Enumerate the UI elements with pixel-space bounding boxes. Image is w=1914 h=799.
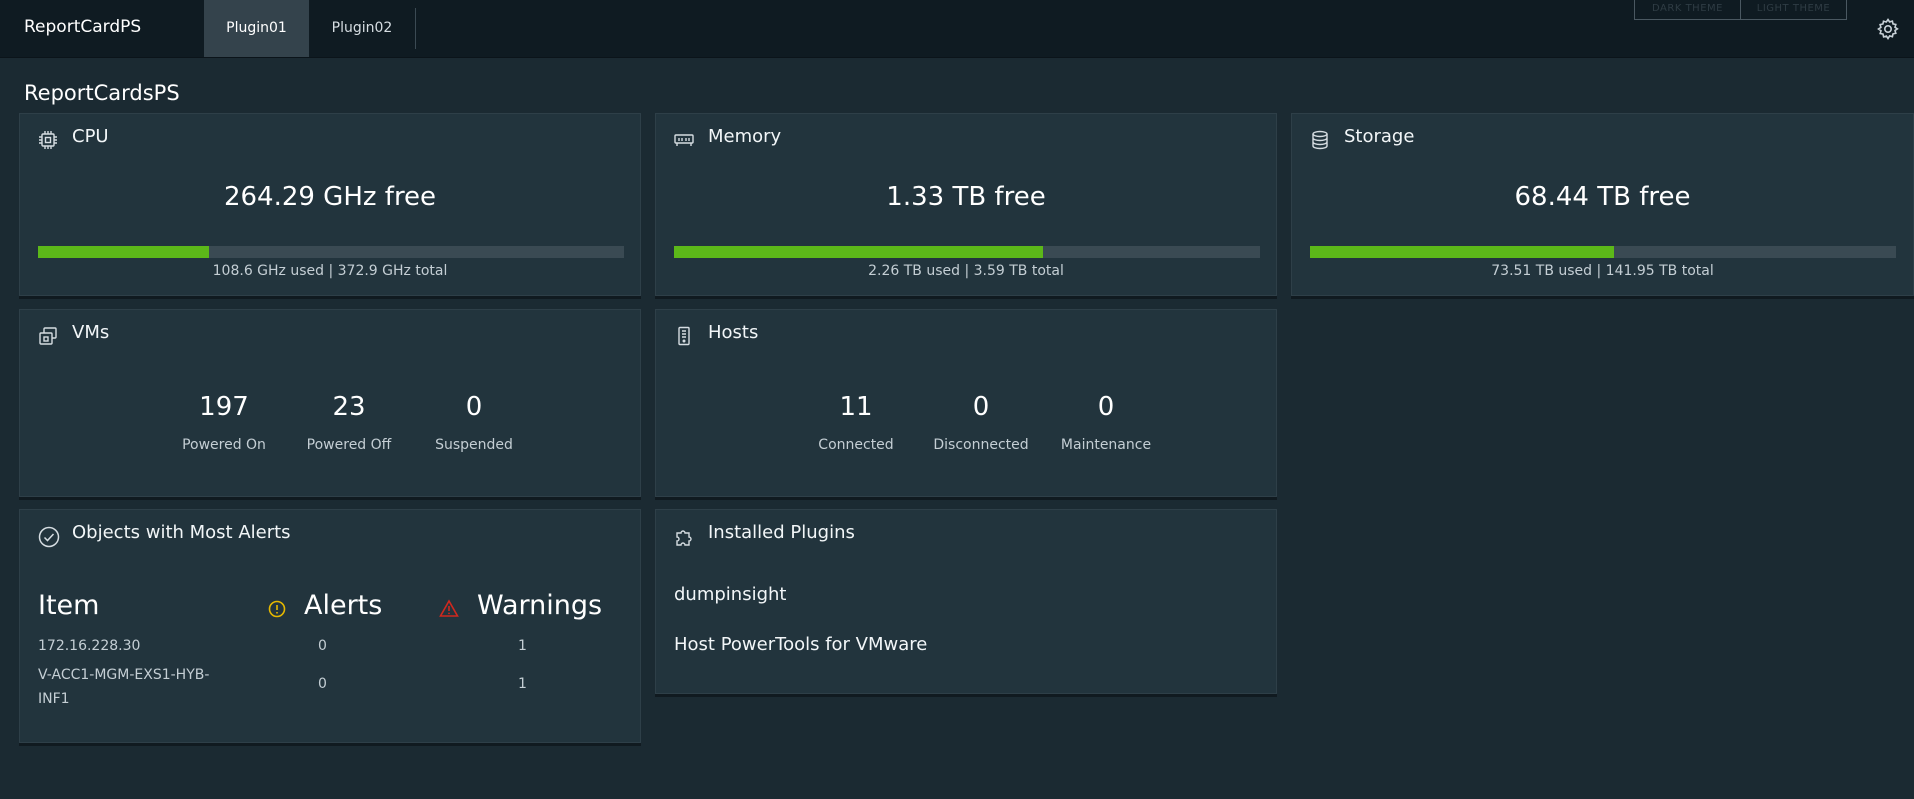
memory-icon <box>674 130 694 150</box>
memory-card: Memory 1.33 TB free 2.26 TB used | 3.59 … <box>655 113 1277 296</box>
warning-icon <box>439 599 459 618</box>
plugin-item[interactable]: dumpinsight <box>674 584 786 605</box>
alert-row-item[interactable]: 172.16.228.30 <box>38 638 140 654</box>
stat-label: Powered Off <box>306 437 392 453</box>
stat-label: Connected <box>818 437 894 453</box>
storage-card: Storage 68.44 TB free 73.51 TB used | 14… <box>1291 113 1914 296</box>
light-theme-button[interactable]: LIGHT THEME <box>1740 0 1847 20</box>
memory-free-value: 1.33 TB free <box>886 182 1046 212</box>
app-brand[interactable]: ReportCardPS <box>24 17 141 37</box>
storage-usage-caption: 73.51 TB used | 141.95 TB total <box>1491 263 1714 279</box>
stat-label: Suspended <box>435 437 513 453</box>
card-title: Hosts <box>708 322 759 343</box>
hosts-card: Hosts 11 Connected 0 Disconnected 0 Main… <box>655 309 1277 497</box>
card-title: CPU <box>72 126 109 147</box>
column-header-item: Item <box>38 590 100 621</box>
card-title: Installed Plugins <box>708 522 855 543</box>
column-header-alerts: Alerts <box>304 590 383 621</box>
alert-icon <box>268 600 286 618</box>
stat-label: Disconnected <box>933 437 1029 453</box>
card-title: Storage <box>1344 126 1415 147</box>
cpu-usage-fill <box>38 246 209 258</box>
puzzle-icon <box>674 526 694 546</box>
alerts-card: Objects with Most Alerts Item Alerts War… <box>19 509 641 743</box>
stat-value: 0 <box>465 392 483 422</box>
plugin-item[interactable]: Host PowerTools for VMware <box>674 634 927 655</box>
storage-usage-fill <box>1310 246 1614 258</box>
vms-card: VMs 197 Powered On 23 Powered Off 0 Susp… <box>19 309 641 497</box>
memory-usage-caption: 2.26 TB used | 3.59 TB total <box>868 263 1064 279</box>
storage-free-value: 68.44 TB free <box>1514 182 1691 212</box>
stat-value: 197 <box>199 392 249 422</box>
alert-row-alerts: 0 <box>318 638 327 654</box>
check-circle-icon <box>38 526 60 548</box>
alert-row-alerts: 0 <box>318 676 327 692</box>
stat-label: Powered On <box>182 437 266 453</box>
storage-icon <box>1310 130 1330 150</box>
stat-value: 0 <box>972 392 990 422</box>
alert-row-item[interactable]: V-ACC1-MGM-EXS1-HYB-INF1 <box>38 663 218 711</box>
tab-plugin02[interactable]: Plugin02 <box>309 0 415 57</box>
cpu-usage-caption: 108.6 GHz used | 372.9 GHz total <box>212 263 448 279</box>
stat-value: 11 <box>839 392 873 422</box>
tab-plugin01[interactable]: Plugin01 <box>204 0 309 57</box>
stat-value: 0 <box>1097 392 1115 422</box>
card-title: Memory <box>708 126 782 147</box>
cpu-icon <box>38 130 58 150</box>
cpu-usage-bar <box>38 246 624 258</box>
tab-divider <box>415 8 416 49</box>
alert-row-warnings: 1 <box>518 676 527 692</box>
host-icon <box>674 326 694 346</box>
cpu-free-value: 264.29 GHz free <box>223 182 437 212</box>
dark-theme-button[interactable]: DARK THEME <box>1634 0 1741 20</box>
gear-icon[interactable] <box>1876 17 1900 41</box>
memory-usage-fill <box>674 246 1044 258</box>
stat-value: 23 <box>332 392 366 422</box>
cpu-card: CPU 264.29 GHz free 108.6 GHz used | 372… <box>19 113 641 296</box>
plugins-card: Installed Plugins dumpinsight Host Power… <box>655 509 1277 694</box>
storage-usage-bar <box>1310 246 1896 258</box>
top-nav: ReportCardPS Plugin01 Plugin02 DARK THEM… <box>0 0 1914 58</box>
vm-icon <box>38 326 58 346</box>
column-header-warnings: Warnings <box>477 590 603 621</box>
alert-row-warnings: 1 <box>518 638 527 654</box>
page-title: ReportCardsPS <box>24 81 180 105</box>
card-title: Objects with Most Alerts <box>72 522 291 543</box>
memory-usage-bar <box>674 246 1260 258</box>
card-title: VMs <box>72 322 110 343</box>
stat-label: Maintenance <box>1060 437 1152 453</box>
